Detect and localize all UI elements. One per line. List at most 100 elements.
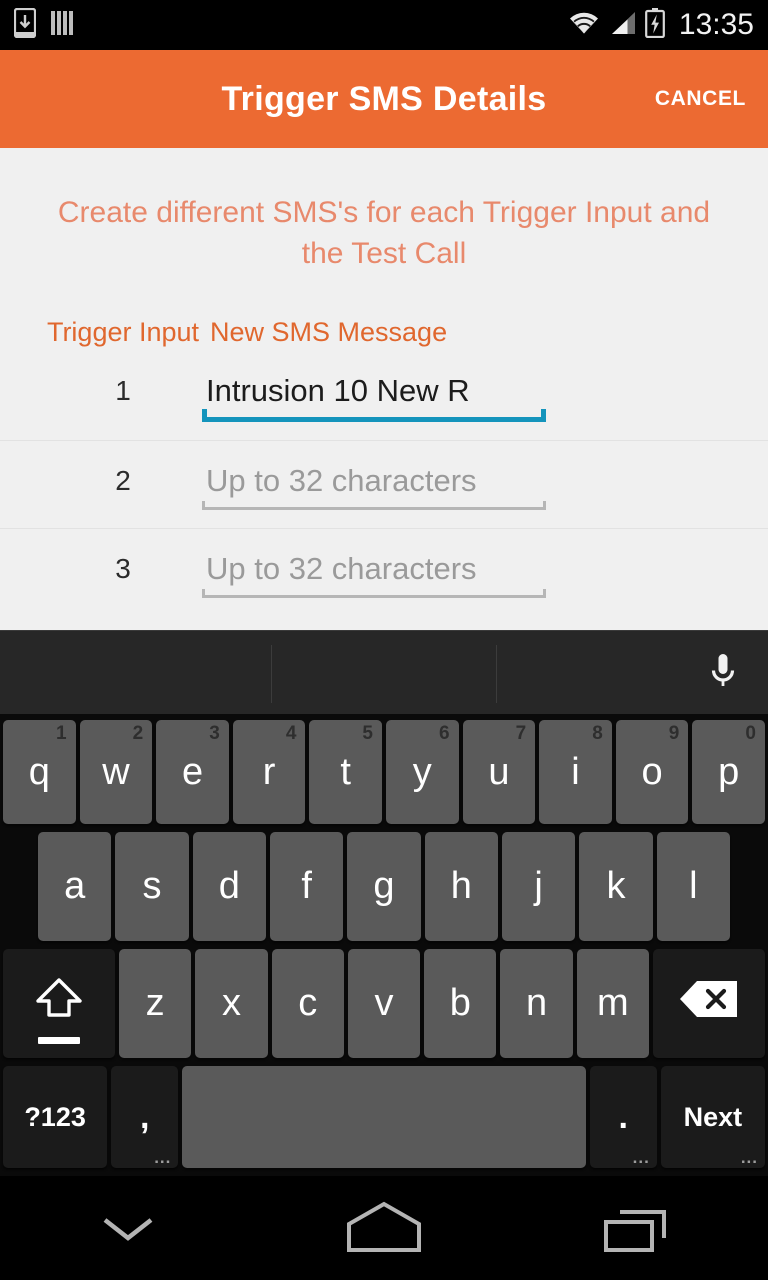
key-label: g xyxy=(373,865,395,907)
table-row: 2 Up to 32 characters xyxy=(0,455,768,511)
main-content: Create different SMS's for each Trigger … xyxy=(0,148,768,630)
keyboard-row-2: a s d f g h j k l xyxy=(0,828,768,945)
key-d[interactable]: d xyxy=(192,832,266,941)
key-t[interactable]: 5t xyxy=(309,720,382,824)
status-bar-right-icons: 13:35 xyxy=(567,7,754,43)
page-title: Trigger SMS Details xyxy=(221,79,547,118)
column-header-new-sms-message: New SMS Message xyxy=(210,316,448,347)
trigger-input-number: 1 xyxy=(115,375,131,407)
key-label: q xyxy=(28,750,50,793)
key-label: c xyxy=(298,982,318,1024)
suggestion-divider xyxy=(496,645,497,703)
shift-indicator-bar xyxy=(38,1037,80,1044)
shift-arrow-icon xyxy=(32,975,86,1033)
key-label: Next xyxy=(683,1101,743,1132)
period-key[interactable]: . ... xyxy=(589,1066,657,1168)
key-r[interactable]: 4r xyxy=(232,720,306,824)
key-o[interactable]: 9o xyxy=(615,720,689,824)
next-key[interactable]: Next ... xyxy=(660,1066,765,1168)
key-k[interactable]: k xyxy=(579,832,653,941)
comma-key[interactable]: , ... xyxy=(111,1066,179,1168)
key-hint: 9 xyxy=(668,723,680,744)
key-hint: 5 xyxy=(362,723,373,744)
key-label: s xyxy=(142,865,162,907)
key-g[interactable]: g xyxy=(347,832,421,941)
key-label: p xyxy=(718,750,740,793)
key-label: j xyxy=(534,865,543,907)
sms-message-field-1[interactable]: Intrusion 10 New R xyxy=(202,365,546,423)
key-label: z xyxy=(145,982,165,1024)
space-key[interactable] xyxy=(182,1066,586,1168)
key-j[interactable]: j xyxy=(501,832,576,941)
key-i[interactable]: 8i xyxy=(539,720,612,824)
key-label: u xyxy=(488,750,510,793)
key-label: y xyxy=(412,750,432,793)
key-more-dots: ... xyxy=(154,1148,172,1167)
key-label: . xyxy=(618,1097,628,1136)
keyboard-row-3: z x c v b n m xyxy=(0,945,768,1062)
key-label: e xyxy=(181,750,204,793)
instruction-text: Create different SMS's for each Trigger … xyxy=(57,196,711,271)
microphone-icon[interactable] xyxy=(696,644,750,702)
recent-apps-icon[interactable] xyxy=(512,1176,768,1280)
column-header-trigger-input: Trigger Input xyxy=(46,316,200,347)
key-label: v xyxy=(374,982,394,1024)
key-label: w xyxy=(102,750,130,793)
sms-message-input-3[interactable]: Up to 32 characters xyxy=(202,543,546,595)
key-v[interactable]: v xyxy=(347,949,421,1058)
key-hint: 0 xyxy=(745,723,756,744)
key-b[interactable]: b xyxy=(424,949,497,1058)
cancel-button[interactable]: CANCEL xyxy=(651,77,750,121)
key-e[interactable]: 3e xyxy=(156,720,229,824)
key-a[interactable]: a xyxy=(38,832,112,941)
key-s[interactable]: s xyxy=(115,832,189,941)
sms-message-field-2[interactable]: Up to 32 characters xyxy=(202,455,546,511)
key-q[interactable]: 1q xyxy=(3,720,76,824)
table-row: 3 Up to 32 characters xyxy=(0,543,768,599)
key-l[interactable]: l xyxy=(656,832,730,941)
sms-message-input-2[interactable]: Up to 32 characters xyxy=(202,455,546,507)
key-hint: 1 xyxy=(56,723,67,744)
table-header-row: Trigger Input New SMS Message xyxy=(0,313,768,351)
keyboard-row-1: 1q 2w 3e 4r 5t 6y 7u 8i 9o 0p xyxy=(0,714,768,828)
key-label: h xyxy=(450,865,472,907)
key-z[interactable]: z xyxy=(119,949,192,1058)
key-x[interactable]: x xyxy=(195,949,268,1058)
key-c[interactable]: c xyxy=(271,949,344,1058)
symbols-key[interactable]: ?123 xyxy=(3,1066,108,1168)
app-bar: Trigger SMS Details CANCEL xyxy=(0,50,768,148)
key-label: f xyxy=(301,865,312,907)
battery-charging-icon xyxy=(645,7,665,43)
table-row: 1 Intrusion 10 New R xyxy=(0,365,768,423)
key-label: d xyxy=(218,865,240,907)
key-label: a xyxy=(64,865,86,907)
key-hint: 4 xyxy=(285,723,297,744)
navigation-bar xyxy=(0,1176,768,1280)
key-label: o xyxy=(641,750,663,793)
field-underline xyxy=(202,501,546,511)
suggestion-strip[interactable] xyxy=(0,630,768,714)
field-underline xyxy=(202,589,546,599)
key-m[interactable]: m xyxy=(576,949,649,1058)
key-p[interactable]: 0p xyxy=(692,720,765,824)
key-w[interactable]: 2w xyxy=(79,720,153,824)
sms-message-input-1[interactable]: Intrusion 10 New R xyxy=(202,365,546,417)
key-label: ?123 xyxy=(24,1101,86,1132)
key-n[interactable]: n xyxy=(500,949,573,1058)
home-icon[interactable] xyxy=(256,1176,512,1280)
shift-key[interactable] xyxy=(2,949,116,1058)
key-label: x xyxy=(221,982,241,1024)
keyboard-dismiss-chevron-icon[interactable] xyxy=(0,1176,256,1280)
key-hint: 6 xyxy=(439,723,450,744)
key-h[interactable]: h xyxy=(424,832,498,941)
key-label: n xyxy=(525,982,548,1024)
key-label: i xyxy=(571,750,580,793)
key-label: t xyxy=(340,750,351,793)
sms-message-field-3[interactable]: Up to 32 characters xyxy=(202,543,546,599)
key-f[interactable]: f xyxy=(270,832,344,941)
key-u[interactable]: 7u xyxy=(462,720,536,824)
trigger-input-number: 2 xyxy=(115,465,131,497)
key-y[interactable]: 6y xyxy=(386,720,459,824)
key-hint: 3 xyxy=(209,723,220,744)
backspace-key[interactable] xyxy=(652,949,766,1058)
